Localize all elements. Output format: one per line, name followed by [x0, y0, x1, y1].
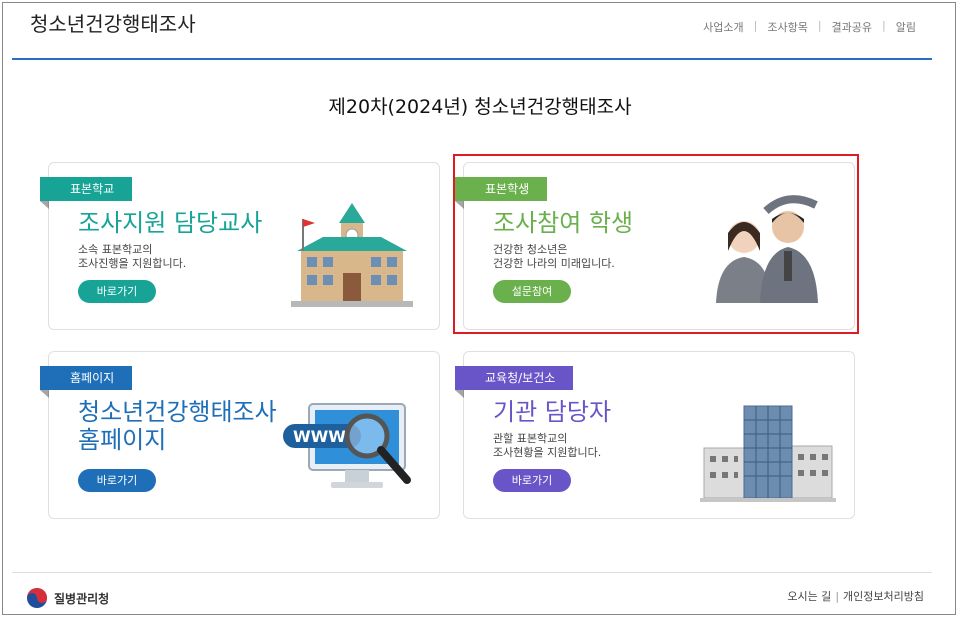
card-tag: 표본학교	[40, 177, 133, 209]
kdca-emblem-icon	[27, 588, 47, 608]
card-title: 조사지원 담당교사	[78, 209, 263, 237]
card-title: 기관 담당자	[493, 398, 612, 426]
kdca-logo-text: 질병관리청	[54, 591, 110, 606]
teacher-go-button[interactable]: 바로가기	[78, 280, 156, 303]
card-title: 청소년건강행태조사 홈페이지	[78, 398, 277, 454]
page-title: 제20차(2024년) 청소년건강행태조사	[328, 96, 632, 118]
nav-separator: |	[882, 19, 886, 32]
card-teacher: 표본학교 조사지원 담당교사 소속 표본학교의 조사진행을 지원합니다. 바로가…	[40, 162, 440, 330]
nav-separator: |	[753, 19, 758, 32]
card-desc-line: 조사진행을 지원합니다.	[78, 257, 187, 270]
footer-links: 오시는 길 | 개인정보처리방침	[787, 588, 924, 604]
card-tag: 교육청/보건소	[455, 366, 574, 398]
footer-link-privacy[interactable]: 개인정보처리방침	[843, 590, 924, 603]
card-agency: 교육청/보건소 기관 담당자 관할 표본학교의 조사현황을 지원합니다. 바로가…	[455, 351, 855, 519]
kdca-logo[interactable]: 질병관리청	[26, 587, 109, 609]
school-building-icon	[291, 203, 413, 307]
card-description: 소속 표본학교의 조사진행을 지원합니다.	[78, 243, 186, 271]
footer-link-directions[interactable]: 오시는 길	[787, 590, 831, 603]
office-buildings-icon	[700, 405, 836, 502]
nav-survey-items[interactable]: 조사항목	[767, 19, 807, 35]
card-tag: 홈페이지	[40, 366, 133, 398]
card-title-line: 청소년건강행태조사	[78, 398, 277, 426]
svg-text:WWW: WWW	[293, 427, 346, 446]
card-desc-line: 관할 표본학교의	[493, 432, 568, 445]
www-magnifier-monitor-icon: WWW	[283, 403, 411, 488]
site-header: 청소년건강행태조사 사업소개 | 조사항목 | 결과공유 | 알림	[12, 0, 932, 60]
site-title[interactable]: 청소년건강행태조사	[30, 8, 196, 37]
nav-notice[interactable]: 알림	[896, 19, 916, 35]
site-footer: 질병관리청 오시는 길 | 개인정보처리방침	[12, 572, 932, 613]
agency-go-button[interactable]: 바로가기	[493, 469, 571, 492]
homepage-go-button[interactable]: 바로가기	[78, 469, 156, 492]
card-desc-line: 소속 표본학교의	[78, 243, 153, 256]
nav-about[interactable]: 사업소개	[703, 19, 743, 35]
selection-highlight	[453, 154, 859, 334]
footer-separator: |	[835, 590, 840, 603]
card-title-line: 홈페이지	[78, 426, 167, 454]
card-homepage: 홈페이지 청소년건강행태조사 홈페이지 바로가기 WWW	[40, 351, 440, 519]
main-nav: 사업소개 | 조사항목 | 결과공유 | 알림	[703, 19, 916, 35]
card-description: 관할 표본학교의 조사현황을 지원합니다.	[493, 432, 601, 460]
card-desc-line: 조사현황을 지원합니다.	[493, 446, 602, 459]
nav-separator: |	[817, 19, 822, 32]
nav-results[interactable]: 결과공유	[832, 19, 872, 35]
